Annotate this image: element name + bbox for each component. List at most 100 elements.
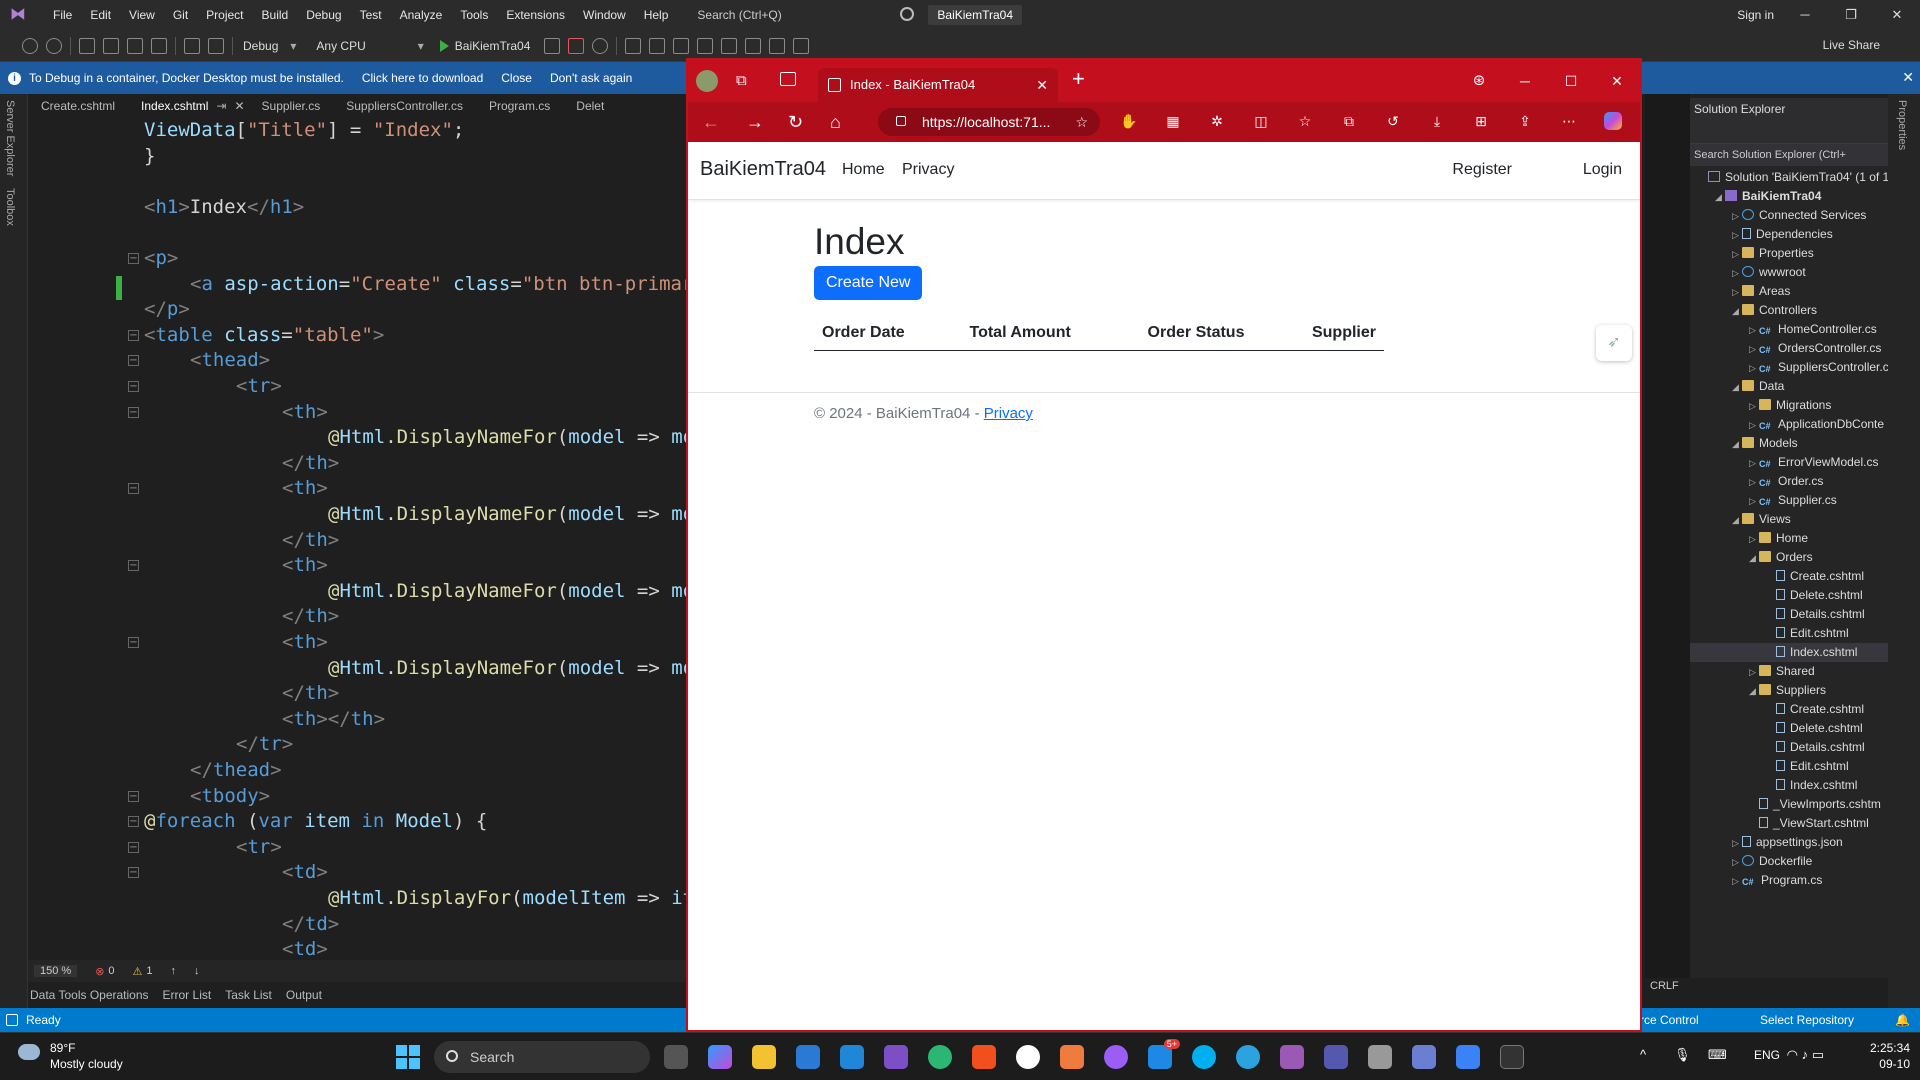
tree-item[interactable]: Create.cshtml xyxy=(1690,567,1864,586)
expand-toggle-icon[interactable]: ◢ xyxy=(1732,302,1742,321)
browser-maximize-button[interactable]: ☐ xyxy=(1548,60,1594,102)
copilot-icon[interactable] xyxy=(1604,112,1622,130)
url-field[interactable]: https://localhost:71... ☆ xyxy=(878,108,1100,136)
pin-icon[interactable]: ⇥ xyxy=(212,94,230,118)
browser-close-button[interactable]: ✕ xyxy=(1594,60,1640,102)
wifi-volume-battery-icon[interactable]: ◠ ♪ ▭ xyxy=(1787,1047,1824,1063)
fold-toggle-icon[interactable]: − xyxy=(128,560,139,572)
refresh-icon[interactable] xyxy=(592,37,609,54)
github-icon[interactable] xyxy=(1016,1045,1040,1069)
rocket-icon[interactable]: ➶ xyxy=(1596,325,1632,361)
visual-studio-app-icon[interactable] xyxy=(884,1045,908,1069)
skype-icon[interactable] xyxy=(1192,1045,1216,1069)
close-tab-icon[interactable]: ✕ xyxy=(230,94,248,118)
vs-search-box[interactable]: Search (Ctrl+Q) xyxy=(689,4,915,26)
toolbox-tab[interactable]: Toolbox xyxy=(4,188,16,226)
expand-toggle-icon[interactable]: ◢ xyxy=(1732,378,1742,397)
menu-test[interactable]: Test xyxy=(351,0,391,30)
expand-toggle-icon[interactable]: ▷ xyxy=(1732,872,1742,891)
nav-privacy-link[interactable]: Privacy xyxy=(902,161,954,179)
tree-item[interactable]: ▷ Connected Services xyxy=(1690,206,1866,225)
tree-item[interactable]: Solution 'BaiKiemTra04' (1 of 1 xyxy=(1690,168,1888,187)
site-brand[interactable]: BaiKiemTra04 xyxy=(700,158,826,181)
workspaces-icon[interactable]: ⧉ xyxy=(736,72,747,89)
tab-task-list[interactable]: Task List xyxy=(225,988,272,1002)
new-project-icon[interactable] xyxy=(79,37,95,54)
forward-arrow-icon[interactable]: → xyxy=(746,110,764,134)
fold-toggle-icon[interactable]: − xyxy=(128,406,139,418)
uncomment-icon[interactable] xyxy=(721,37,738,54)
expand-toggle-icon[interactable]: ◢ xyxy=(1732,511,1742,530)
download-docker-link[interactable]: Click here to download xyxy=(362,71,483,85)
tree-item[interactable]: _ViewImports.cshtm xyxy=(1690,795,1881,814)
menu-git[interactable]: Git xyxy=(164,0,197,30)
messenger-icon[interactable] xyxy=(1104,1045,1128,1069)
fold-toggle-icon[interactable]: − xyxy=(128,329,139,341)
warning-count[interactable]: 1 xyxy=(146,965,152,977)
expand-toggle-icon[interactable]: ▷ xyxy=(1749,340,1759,359)
hot-reload-icon[interactable] xyxy=(568,37,585,54)
expand-toggle-icon[interactable]: ▷ xyxy=(1732,853,1742,872)
tree-item[interactable]: ▷ Migrations xyxy=(1690,396,1831,415)
expand-toggle-icon[interactable]: ▷ xyxy=(1732,834,1742,853)
more-options-icon[interactable]: ⋯ xyxy=(1560,112,1578,130)
expand-toggle-icon[interactable]: ◢ xyxy=(1732,435,1742,454)
live-share-button[interactable]: Live Share xyxy=(1823,38,1880,52)
tree-item[interactable]: ▷ C# HomeController.cs xyxy=(1690,320,1877,339)
doc-tab-index[interactable]: Index.cshtml xyxy=(128,94,213,118)
tree-item[interactable]: ◢ Suppliers xyxy=(1690,681,1826,700)
tree-item[interactable]: ▷ Areas xyxy=(1690,282,1790,301)
tree-item[interactable]: ▷ Properties xyxy=(1690,244,1814,263)
tree-item[interactable]: ▷ appsettings.json xyxy=(1690,833,1843,852)
expand-toggle-icon[interactable]: ▷ xyxy=(1749,321,1759,340)
favorites-icon[interactable]: ☆ xyxy=(1296,112,1314,130)
telegram-icon[interactable] xyxy=(1236,1045,1260,1069)
minimize-button[interactable]: ─ xyxy=(1782,0,1828,30)
notepad-icon[interactable] xyxy=(1456,1045,1480,1069)
close-button[interactable]: ✕ xyxy=(1874,0,1920,30)
line-ending[interactable]: CRLF xyxy=(1650,980,1679,992)
edge-app-icon[interactable] xyxy=(928,1045,952,1069)
new-tab-button[interactable]: + xyxy=(1072,66,1085,92)
expand-toggle-icon[interactable]: ▷ xyxy=(1749,397,1759,416)
error-count[interactable]: 0 xyxy=(108,965,114,977)
menu-extensions[interactable]: Extensions xyxy=(497,0,574,30)
doc-tab-delete[interactable]: Delet xyxy=(563,94,617,118)
clock[interactable]: 2:25:34 09-10 xyxy=(1870,1040,1910,1072)
task-view-icon[interactable] xyxy=(664,1045,688,1069)
start-debug-button[interactable]: BaiKiemTra04 xyxy=(439,39,530,53)
store-icon[interactable] xyxy=(796,1045,820,1069)
menu-build[interactable]: Build xyxy=(253,0,298,30)
tab-actions-icon[interactable] xyxy=(780,72,796,86)
bookmark-icon[interactable] xyxy=(745,37,762,54)
terminal-icon[interactable] xyxy=(1500,1045,1524,1069)
tree-item[interactable]: ◢ Data xyxy=(1690,377,1784,396)
back-icon[interactable] xyxy=(22,37,38,54)
layout-icon[interactable] xyxy=(649,37,666,54)
expand-toggle-icon[interactable]: ◢ xyxy=(1749,549,1759,568)
tree-item[interactable]: Index.cshtml xyxy=(1690,643,1888,662)
dont-ask-again-link[interactable]: Don't ask again xyxy=(550,71,632,85)
tree-item[interactable]: Delete.cshtml xyxy=(1690,586,1863,605)
tree-item[interactable]: ◢ Models xyxy=(1690,434,1798,453)
close-tab-icon[interactable]: ✕ xyxy=(1036,68,1048,102)
expand-toggle-icon[interactable]: ▷ xyxy=(1749,473,1759,492)
xampp-icon[interactable] xyxy=(1060,1045,1084,1069)
menu-window[interactable]: Window xyxy=(574,0,635,30)
solution-explorer-search[interactable]: Search Solution Explorer (Ctrl+ xyxy=(1690,144,1888,166)
share-icon[interactable]: ⇪ xyxy=(1516,112,1534,130)
nav-login-link[interactable]: Login xyxy=(1583,161,1622,179)
tree-item[interactable]: ◢ Views xyxy=(1690,510,1791,529)
sign-in-link[interactable]: Sign in xyxy=(1737,0,1774,30)
comment-icon[interactable] xyxy=(697,37,714,54)
keyboard-icon[interactable]: ⌨ xyxy=(1708,1047,1727,1063)
create-new-button[interactable]: Create New xyxy=(814,266,923,300)
tree-item[interactable]: Delete.cshtml xyxy=(1690,719,1863,738)
doc-tab-create[interactable]: Create.cshtml xyxy=(28,94,128,118)
zalo-icon[interactable]: 5+ xyxy=(1148,1039,1180,1069)
menu-debug[interactable]: Debug xyxy=(297,0,350,30)
server-explorer-tab[interactable]: Server Explorer xyxy=(4,100,16,176)
tree-item[interactable]: Details.cshtml xyxy=(1690,605,1865,624)
nav-register-link[interactable]: Register xyxy=(1452,161,1512,179)
extension-icon[interactable]: ✋ xyxy=(1120,112,1138,130)
